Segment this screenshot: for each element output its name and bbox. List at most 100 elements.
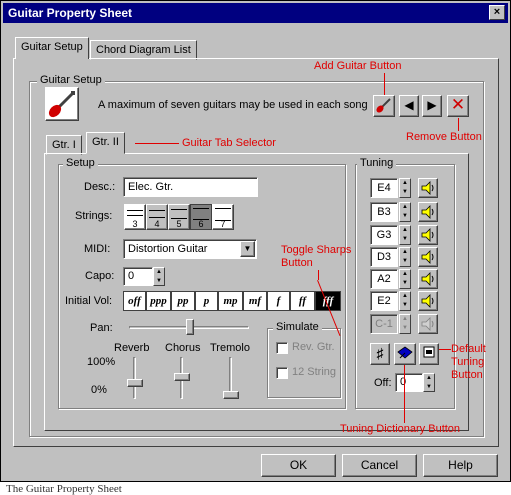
capo-input[interactable]: 0 <box>123 267 153 286</box>
rev-gtr-label: Rev. Gtr. <box>292 341 335 353</box>
volume-pp[interactable]: pp <box>171 291 195 311</box>
guitar-property-dialog: Guitar Property Sheet × Guitar Setup Cho… <box>0 0 511 482</box>
volume-mp[interactable]: mp <box>218 291 243 311</box>
guitar-icon <box>48 91 75 118</box>
strings-selector: 3 4 5 6 7 <box>124 204 234 230</box>
chorus-label: Chorus <box>165 342 201 354</box>
arrow-left-icon: ◀ <box>404 98 414 112</box>
add-guitar-icon <box>376 98 391 113</box>
tuning-note-4[interactable]: D3 <box>370 247 398 267</box>
12-string-checkbox[interactable] <box>276 367 288 379</box>
volume-mf[interactable]: mf <box>243 291 267 311</box>
string-option-5[interactable]: 5 <box>168 204 190 230</box>
off-label: Off: <box>374 377 392 389</box>
speaker-icon[interactable] <box>418 202 438 222</box>
reverb-track <box>133 357 136 399</box>
reverb-slider-thumb[interactable] <box>127 379 143 387</box>
speaker-icon[interactable] <box>418 291 438 311</box>
capo-spinner[interactable]: ▲ ▼ <box>153 267 165 286</box>
off-spinner[interactable]: ▲ ▼ <box>423 373 435 392</box>
rev-gtr-checkbox[interactable] <box>276 342 288 354</box>
toggle-sharps-button[interactable]: ♯ <box>370 343 390 365</box>
setup-label: Setup <box>63 157 98 169</box>
tuning-spinner-5[interactable]: ▲ ▼ <box>399 269 411 289</box>
help-button[interactable]: Help <box>423 454 498 477</box>
string-option-4[interactable]: 4 <box>146 204 168 230</box>
pan-label: Pan: <box>90 322 113 334</box>
guitar-tab-1[interactable]: Gtr. I <box>46 135 82 155</box>
annotation-default-tuning: Default Tuning Button <box>451 343 486 381</box>
reverb-label: Reverb <box>114 342 150 354</box>
add-guitar-button[interactable] <box>373 95 395 117</box>
guitar-tab-2[interactable]: Gtr. II <box>86 132 125 154</box>
x-icon: ✕ <box>450 95 466 114</box>
chorus-slider-thumb[interactable] <box>174 373 190 381</box>
default-tuning-button[interactable] <box>419 343 439 365</box>
capo-label: Capo: <box>85 270 115 282</box>
annotation-line <box>458 118 459 131</box>
arrow-right-icon: ▶ <box>427 98 437 112</box>
title-bar: Guitar Property Sheet × <box>3 3 508 23</box>
tuning-note-2[interactable]: B3 <box>370 202 398 222</box>
tuning-spinner-7: ▲ ▼ <box>399 314 411 334</box>
tuning-dictionary-button[interactable] <box>394 343 416 365</box>
speaker-icon[interactable] <box>418 269 438 289</box>
speaker-icon[interactable] <box>418 178 438 198</box>
chevron-down-icon[interactable]: ▼ <box>240 241 255 257</box>
annotation-line <box>404 365 405 423</box>
tuning-note-6[interactable]: E2 <box>370 291 398 311</box>
strings-icon <box>127 210 143 216</box>
ok-button[interactable]: OK <box>261 454 336 477</box>
previous-guitar-button[interactable]: ◀ <box>399 95 419 117</box>
desc-input[interactable]: Elec. Gtr. <box>123 177 258 197</box>
next-guitar-button[interactable]: ▶ <box>422 95 442 117</box>
tuning-spinner-6[interactable]: ▲ ▼ <box>399 291 411 311</box>
scale-bottom-label: 0% <box>91 384 107 396</box>
sharp-icon: ♯ <box>376 345 384 361</box>
tuning-row-6: E2 ▲ ▼ <box>370 291 442 311</box>
midi-select[interactable]: Distortion Guitar ▼ <box>123 239 257 259</box>
remove-guitar-button[interactable]: ✕ <box>447 95 469 117</box>
speaker-icon[interactable] <box>418 225 438 245</box>
tuning-spinner-4[interactable]: ▲ ▼ <box>399 247 411 267</box>
string-option-7[interactable]: 7 <box>212 204 234 230</box>
tremolo-slider-thumb[interactable] <box>223 391 239 399</box>
speaker-icon[interactable] <box>418 247 438 267</box>
tuning-note-5[interactable]: A2 <box>370 269 398 289</box>
guitar-setup-label: Guitar Setup <box>37 74 105 86</box>
tuning-note-3[interactable]: G3 <box>370 225 398 245</box>
string-option-6[interactable]: 6 <box>190 204 212 230</box>
midi-value: Distortion Guitar <box>128 243 208 255</box>
tuning-row-5: A2 ▲ ▼ <box>370 269 442 289</box>
volume-f[interactable]: f <box>267 291 290 311</box>
tuning-note-7: C-1 <box>370 314 398 334</box>
volume-ff[interactable]: ff <box>290 291 315 311</box>
tuning-spinner-2[interactable]: ▲ ▼ <box>399 202 411 222</box>
tab-chord-diagram-list[interactable]: Chord Diagram List <box>90 40 197 60</box>
volume-off[interactable]: off <box>123 291 146 311</box>
tuning-row-4: D3 ▲ ▼ <box>370 247 442 267</box>
tuning-row-1: E4 ▲ ▼ <box>370 178 442 198</box>
cancel-button[interactable]: Cancel <box>342 454 417 477</box>
tuning-spinner-3[interactable]: ▲ ▼ <box>399 225 411 245</box>
simulate-group <box>267 328 341 398</box>
12-string-label: 12 String <box>292 366 337 378</box>
tab-guitar-setup[interactable]: Guitar Setup <box>15 37 89 59</box>
strings-label: Strings: <box>75 210 113 222</box>
tuning-label: Tuning <box>357 157 397 169</box>
tuning-note-1[interactable]: E4 <box>370 178 398 198</box>
pan-slider-thumb[interactable] <box>186 319 194 335</box>
tuning-spinner-1[interactable]: ▲ ▼ <box>399 178 411 198</box>
speaker-icon <box>418 314 438 334</box>
annotation-toggle-sharps: Toggle Sharps Button <box>281 244 352 269</box>
volume-p[interactable]: p <box>195 291 218 311</box>
volume-selector: off ppp pp p mp mf f ff fff <box>123 291 345 311</box>
tuning-row-3: G3 ▲ ▼ <box>370 225 442 245</box>
tuning-row-2: B3 ▲ ▼ <box>370 202 442 222</box>
annotation-line <box>384 73 385 95</box>
off-input[interactable]: 0 <box>395 373 423 392</box>
guitar-image <box>45 87 79 121</box>
string-option-3[interactable]: 3 <box>124 204 146 230</box>
close-button[interactable]: × <box>489 5 505 20</box>
volume-ppp[interactable]: ppp <box>146 291 171 311</box>
